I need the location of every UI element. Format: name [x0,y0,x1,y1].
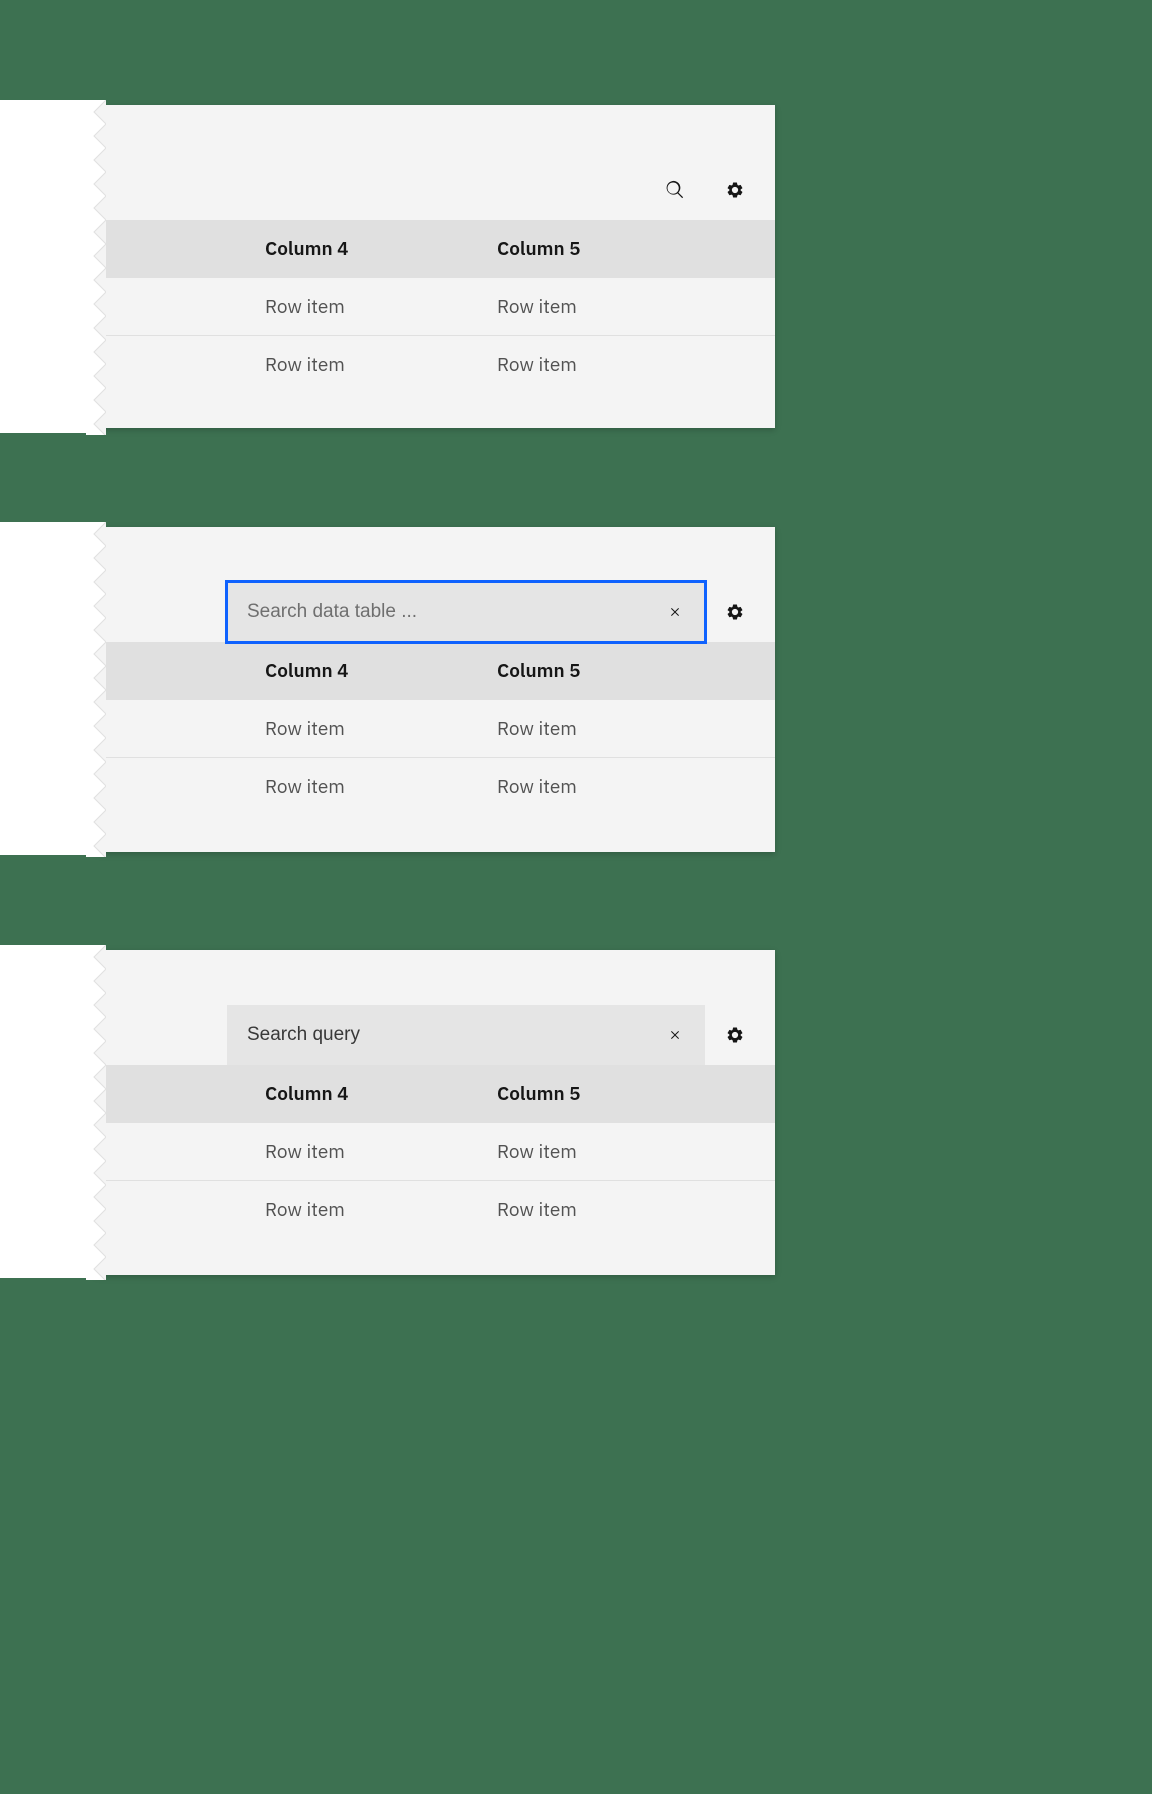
column-header-5[interactable]: Column 5 [497,1082,775,1106]
cell: Row item [497,353,775,377]
torn-edge [86,522,106,857]
settings-icon [725,1025,745,1045]
torn-edge-mask [0,945,96,1278]
torn-edge-mask [0,522,96,855]
table-row[interactable]: n Row item Row item [95,277,775,335]
cell: Row item [497,1140,775,1164]
table-header-row: 3 Column 4 Column 5 [95,220,775,277]
search-box[interactable] [227,1005,705,1065]
search-clear-button[interactable] [645,1005,705,1065]
data-table-panel-1: 3 Column 4 Column 5 n Row item Row item … [95,105,775,428]
table-row[interactable]: n Row item Row item [95,1180,775,1238]
cell: Row item [497,295,775,319]
torn-edge [86,945,106,1280]
search-input[interactable] [227,1005,645,1065]
toolbar-area [95,105,775,220]
toolbar-area [95,950,775,1065]
table-header-row: 3 Column 4 Column 5 [95,642,775,699]
table-toolbar [95,160,775,220]
cell: Row item [265,1198,497,1222]
toolbar-area [95,527,775,642]
settings-button[interactable] [705,582,765,642]
table-row[interactable]: n Row item Row item [95,757,775,815]
settings-icon [725,180,745,200]
search-button[interactable] [645,160,705,220]
cell: Row item [265,717,497,741]
settings-button[interactable] [705,160,765,220]
table-row[interactable]: n Row item Row item [95,699,775,757]
cell: Row item [497,1198,775,1222]
column-header-5[interactable]: Column 5 [497,659,775,683]
close-icon [667,1027,683,1043]
data-table-panel-3: 3 Column 4 Column 5 n Row item Row item … [95,950,775,1275]
column-header-5[interactable]: Column 5 [497,237,775,261]
table-row[interactable]: n Row item Row item [95,335,775,393]
settings-button[interactable] [705,1005,765,1065]
cell: Row item [265,1140,497,1164]
column-header-4[interactable]: Column 4 [265,659,497,683]
cell: Row item [265,295,497,319]
table-header-row: 3 Column 4 Column 5 [95,1065,775,1122]
cell: Row item [497,717,775,741]
torn-edge [86,100,106,435]
table-toolbar [95,582,775,642]
column-header-4[interactable]: Column 4 [265,237,497,261]
search-box-focused[interactable] [227,582,705,642]
close-icon [667,604,683,620]
column-header-4[interactable]: Column 4 [265,1082,497,1106]
search-clear-button[interactable] [645,582,705,642]
cell: Row item [497,775,775,799]
cell: Row item [265,775,497,799]
search-input[interactable] [227,582,645,642]
torn-edge-mask [0,100,96,433]
settings-icon [725,602,745,622]
search-icon [665,180,685,200]
table-toolbar [95,1005,775,1065]
cell: Row item [265,353,497,377]
table-row[interactable]: n Row item Row item [95,1122,775,1180]
data-table-panel-2: 3 Column 4 Column 5 n Row item Row item … [95,527,775,852]
